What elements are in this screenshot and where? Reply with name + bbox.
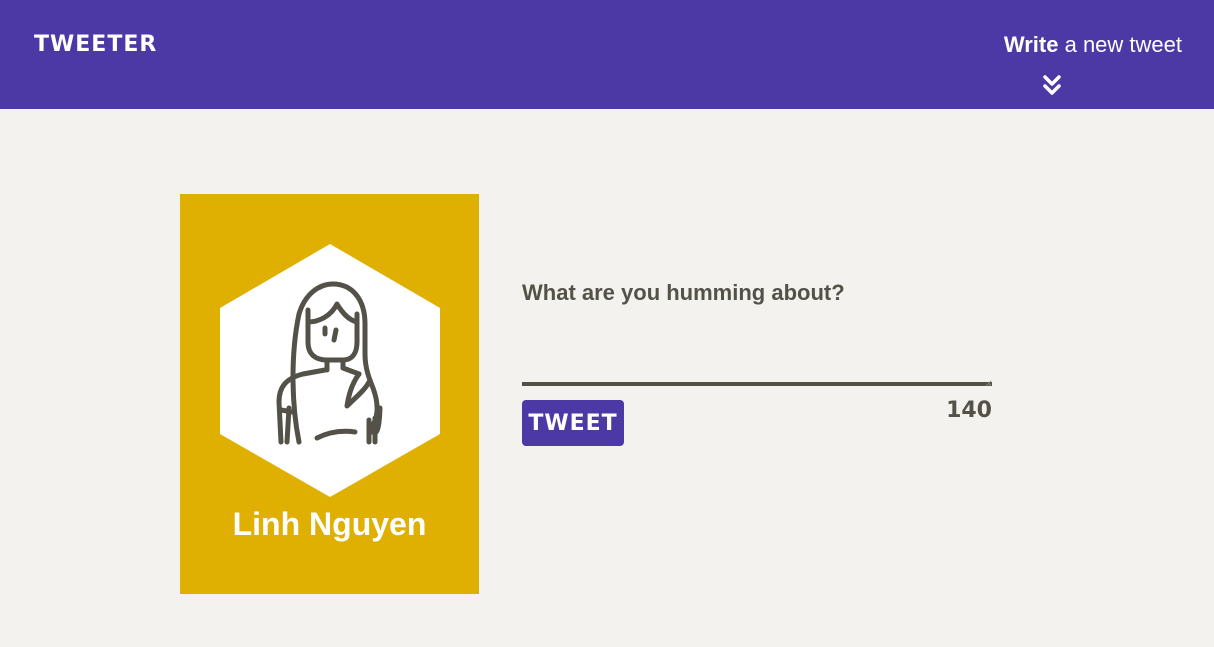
tweet-submit-button[interactable]: TWEET xyxy=(522,400,624,446)
double-chevron-down-icon[interactable] xyxy=(1042,74,1062,98)
write-rest-text: a new tweet xyxy=(1058,32,1182,57)
tweet-textarea[interactable] xyxy=(522,280,992,386)
write-new-tweet-label[interactable]: Write a new tweet xyxy=(1004,32,1182,58)
write-bold-text: Write xyxy=(1003,32,1059,57)
resize-handle-icon[interactable] xyxy=(985,380,992,387)
profile-name: Linh Nguyen xyxy=(232,506,427,542)
profile-card: Linh Nguyen xyxy=(180,194,479,594)
tweet-composer: TWEET 140 xyxy=(522,280,992,450)
brand-logo[interactable]: TWEETER xyxy=(34,32,157,57)
woman-avatar-icon xyxy=(220,244,440,497)
character-counter: 140 xyxy=(946,398,992,423)
top-nav-bar: TWEETER Write a new tweet xyxy=(0,0,1214,109)
write-new-tweet-toggle[interactable]: Write a new tweet xyxy=(962,32,1182,100)
avatar xyxy=(219,242,441,498)
